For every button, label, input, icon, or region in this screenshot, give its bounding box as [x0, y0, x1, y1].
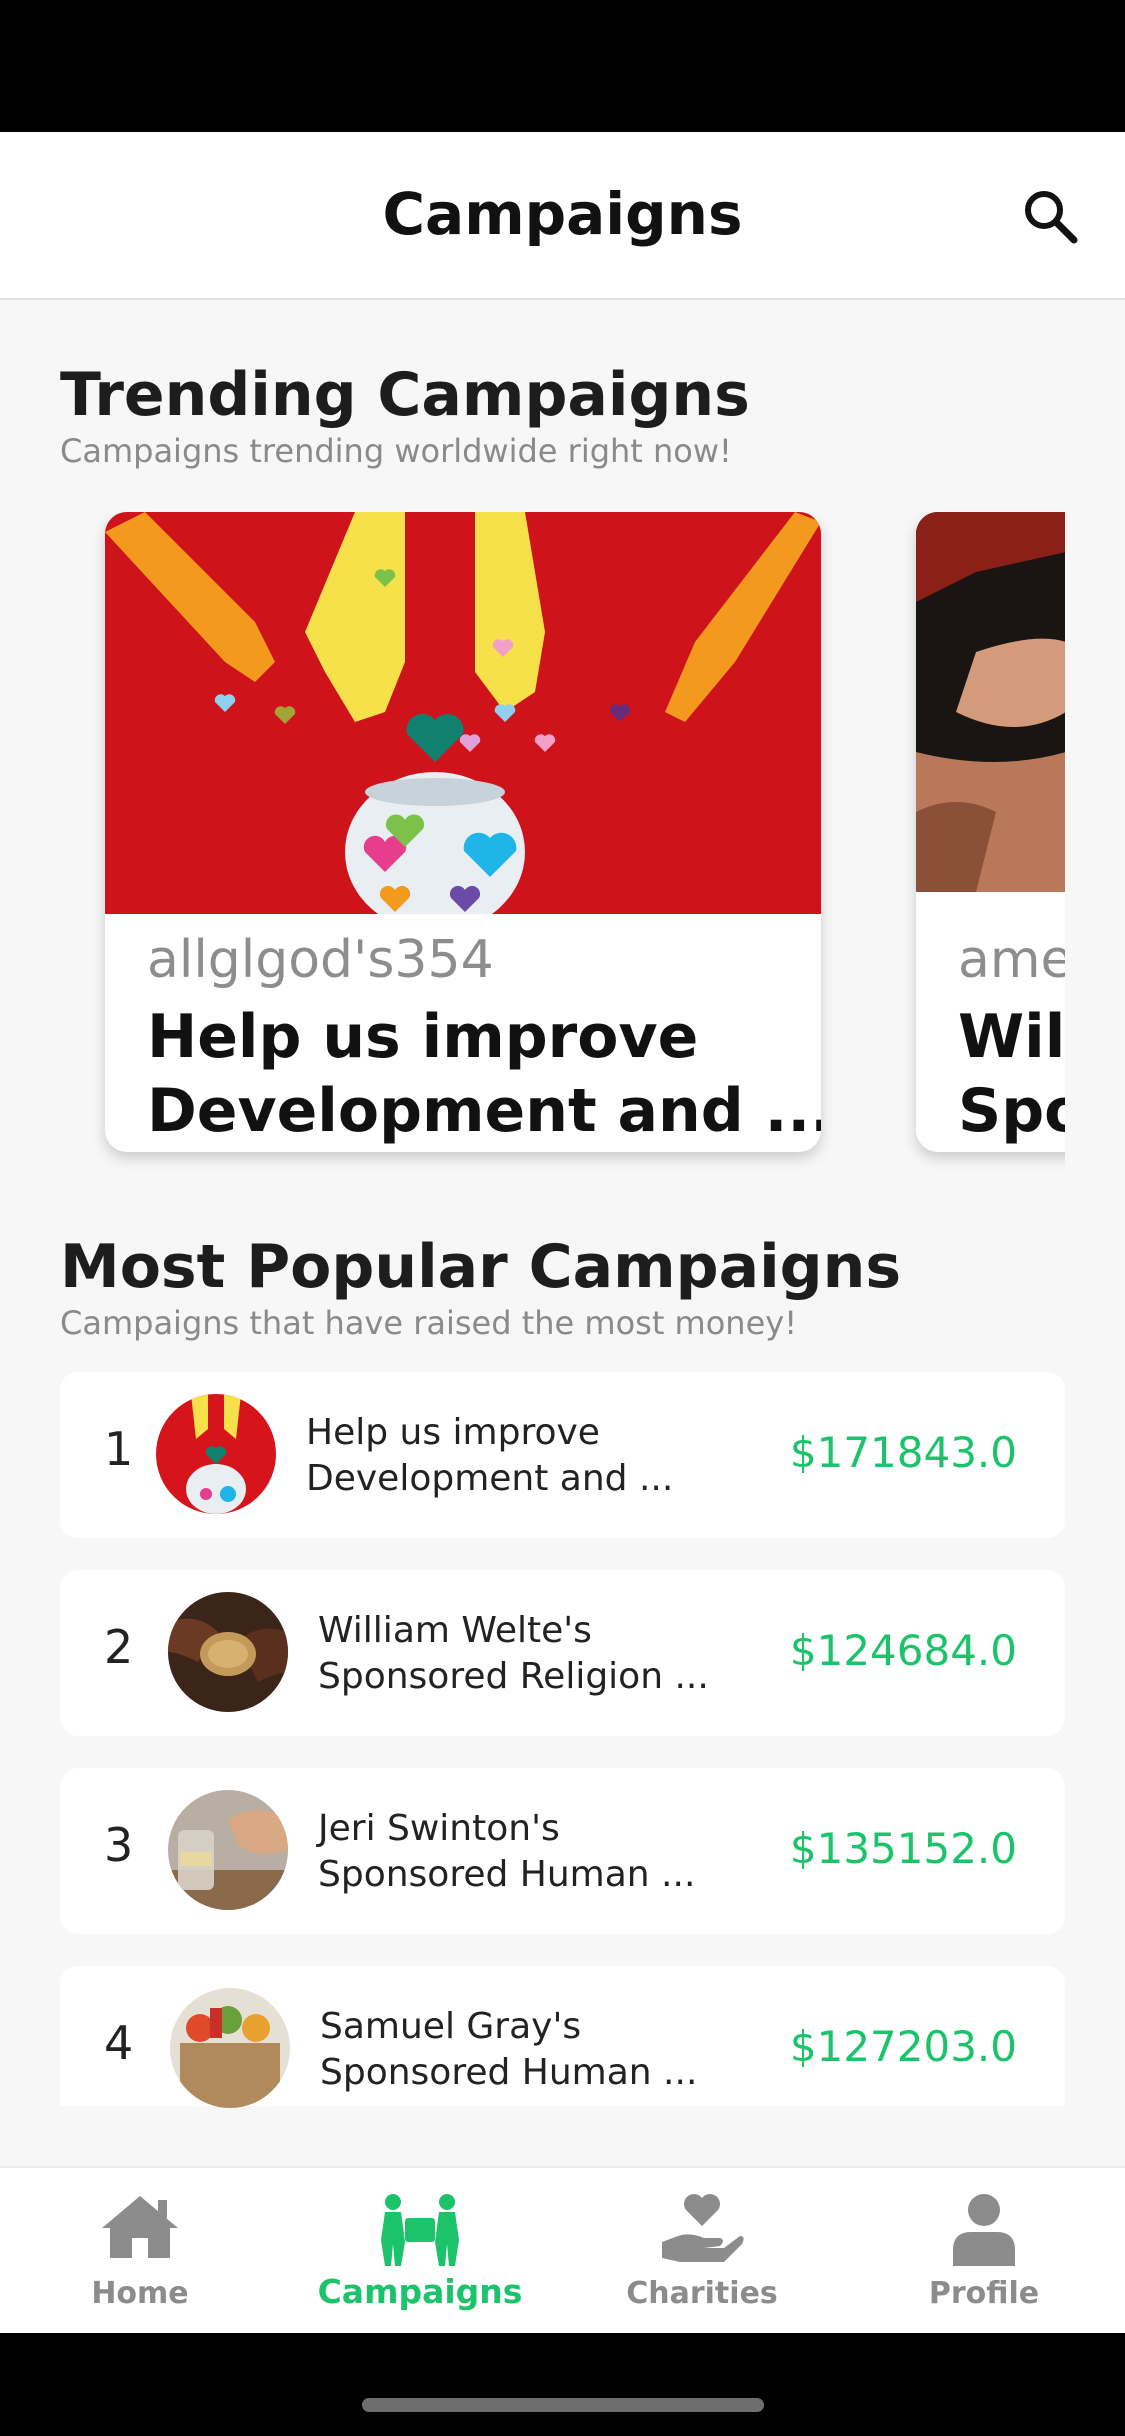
campaign-image [916, 512, 1065, 892]
profile-icon [953, 2194, 1015, 2266]
tab-campaigns[interactable]: Campaigns [310, 2168, 530, 2333]
amount-raised: $171843.0 [789, 1428, 1017, 1477]
campaign-image [105, 512, 821, 914]
campaign-thumbnail [168, 1592, 288, 1712]
list-item[interactable]: 1 Help us improve Development and ... $1… [60, 1372, 1065, 1538]
campaign-title: Help us improve Development and ... [147, 1000, 821, 1148]
campaign-title-line: William Welte's [318, 1610, 592, 1651]
amount-raised: $135152.0 [789, 1824, 1017, 1873]
campaign-title-line: Wil [958, 1002, 1065, 1072]
campaign-title-line: Sponsored Human ... [318, 1854, 696, 1895]
list-item[interactable]: 3 Jeri Swinton's Sponsored Human ... $13… [60, 1768, 1065, 1934]
tab-label: Home [91, 2276, 189, 2311]
tab-profile[interactable]: Profile [874, 2168, 1094, 2333]
campaign-title-line: Sponsored Human ... [320, 2052, 698, 2093]
campaign-title-line: Samuel Gray's [320, 2006, 582, 2047]
home-icon [102, 2196, 178, 2258]
campaigns-icon [381, 2194, 459, 2266]
list-item[interactable]: 2 William Welte's Sponsored Religion ...… [60, 1570, 1065, 1736]
popular-section-title: Most Popular Campaigns [60, 1232, 902, 1302]
trending-section-title: Trending Campaigns [60, 360, 750, 430]
campaign-title: Jeri Swinton's Sponsored Human ... [318, 1806, 748, 1898]
rank-number: 3 [104, 1818, 134, 1872]
amount-raised: $124684.0 [789, 1626, 1017, 1675]
charities-icon [662, 2194, 744, 2262]
campaign-title: Help us improve Development and ... [306, 1410, 736, 1502]
trending-carousel[interactable]: allglgod's354 Help us improve Developmen… [0, 512, 1065, 1292]
tab-charities[interactable]: Charities [592, 2168, 812, 2333]
rank-number: 2 [104, 1620, 134, 1674]
campaign-title-line: Development and ... [147, 1076, 821, 1146]
system-navigation-bar [0, 2333, 1125, 2436]
rank-number: 1 [104, 1422, 134, 1476]
page-title: Campaigns [382, 180, 743, 248]
campaign-thumbnail [168, 1790, 288, 1910]
status-bar [0, 0, 1125, 132]
campaign-title: Samuel Gray's Sponsored Human ... [320, 2004, 750, 2096]
campaign-title-line: Help us improve [147, 1002, 699, 1072]
campaign-thumbnail [170, 1988, 290, 2108]
campaign-title-line: Sponsored Religion ... [318, 1656, 709, 1697]
amount-raised: $127203.0 [789, 2022, 1017, 2071]
trending-card[interactable]: ame Wil Spo [916, 512, 1065, 1152]
campaign-title-line: Help us improve [306, 1412, 600, 1453]
campaign-title-line: Development and ... [306, 1458, 674, 1499]
bottom-tab-bar: Home Campaigns Charities Profile [0, 2166, 1125, 2333]
tab-home[interactable]: Home [30, 2168, 250, 2333]
campaign-thumbnail [156, 1394, 276, 1514]
tab-label: Charities [626, 2276, 778, 2311]
campaign-title-line: Jeri Swinton's [318, 1808, 560, 1849]
rank-number: 4 [104, 2016, 134, 2070]
campaign-title-line: Spo [958, 1076, 1065, 1146]
campaign-author: ame [958, 930, 1065, 990]
campaign-title: Wil Spo [958, 1000, 1065, 1148]
home-indicator[interactable] [362, 2398, 764, 2412]
top-app-bar: Campaigns [0, 132, 1125, 300]
search-icon[interactable] [1018, 184, 1082, 248]
tab-label: Campaigns [317, 2272, 523, 2311]
list-item[interactable]: 4 Samuel Gray's Sponsored Human ... $127… [60, 1966, 1065, 2108]
campaign-author: allglgod's354 [147, 930, 494, 990]
trending-card[interactable]: allglgod's354 Help us improve Developmen… [105, 512, 821, 1152]
screen: Campaigns Trending Campaigns Campaigns t… [0, 132, 1125, 2333]
campaign-title: William Welte's Sponsored Religion ... [318, 1608, 748, 1700]
trending-section-subtitle: Campaigns trending worldwide right now! [60, 432, 732, 470]
popular-section-subtitle: Campaigns that have raised the most mone… [60, 1304, 798, 1342]
tab-label: Profile [928, 2276, 1040, 2311]
